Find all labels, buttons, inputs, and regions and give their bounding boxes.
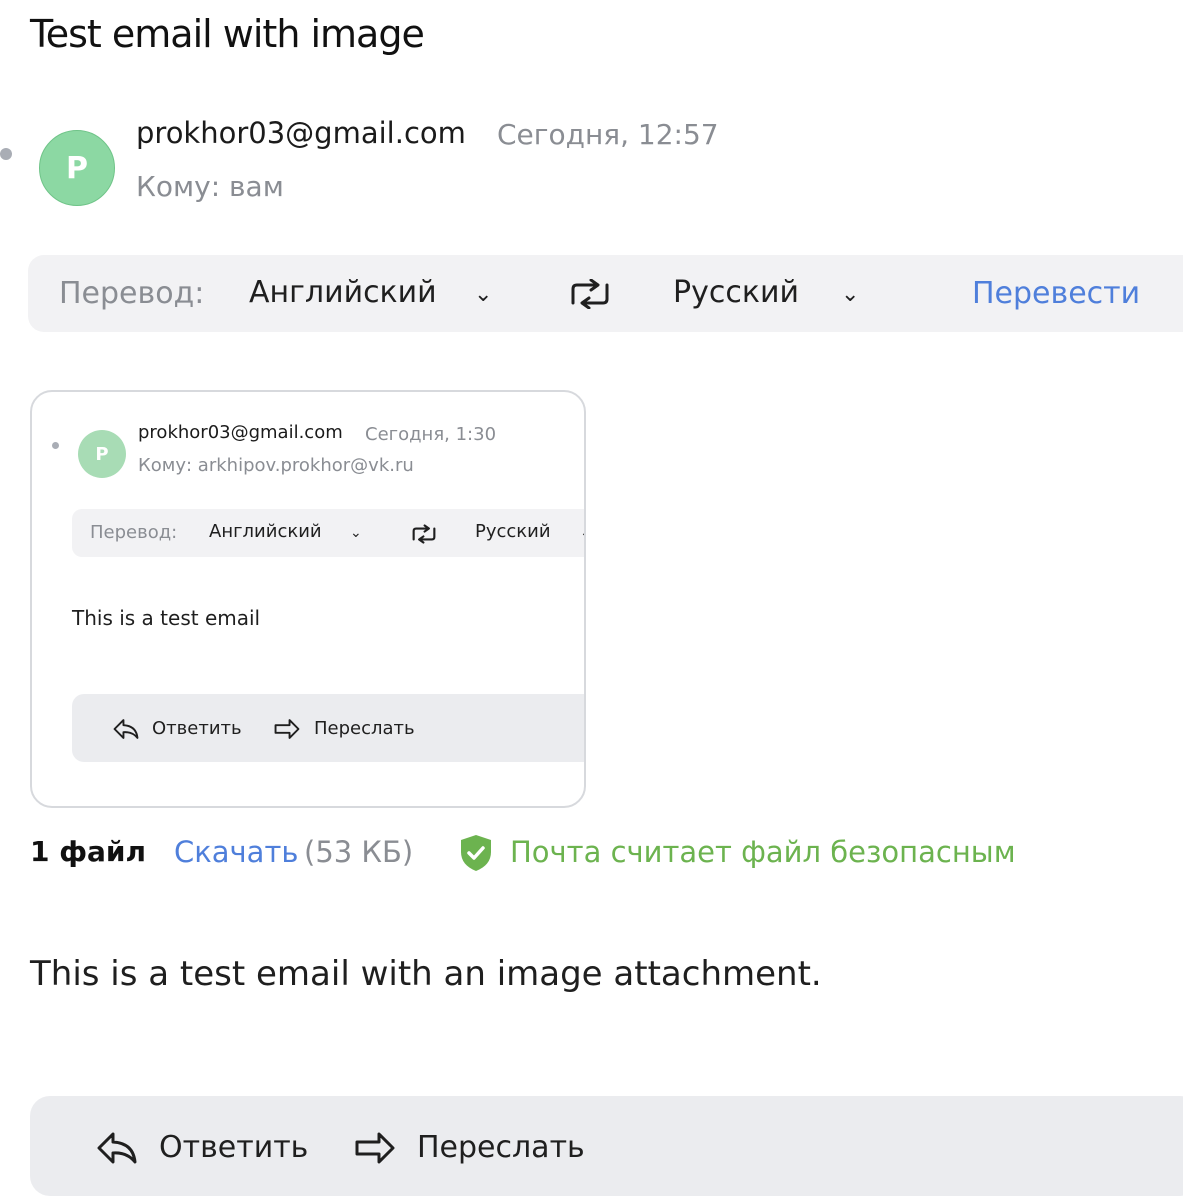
email-subject: Test email with image (30, 12, 425, 56)
unread-indicator (52, 442, 59, 449)
target-language: Русский (475, 521, 551, 542)
attachment-size: (53 КБ) (304, 835, 414, 869)
forward-icon[interactable] (353, 1128, 397, 1168)
image-attachment-preview[interactable]: P prokhor03@gmail.com Сегодня, 1:30 Кому… (30, 390, 586, 808)
translation-label: Перевод: (59, 276, 205, 311)
download-link[interactable]: Скачать (174, 835, 298, 869)
source-language-select[interactable]: Английский (249, 275, 437, 310)
unread-indicator[interactable] (0, 148, 12, 160)
reply-icon[interactable] (95, 1128, 139, 1168)
message-date: Сегодня, 1:30 (365, 424, 497, 445)
safety-status: Почта считает файл безопасным (510, 835, 1016, 869)
shield-check-icon (461, 835, 491, 871)
sender-email[interactable]: prokhor03@gmail.com (136, 116, 466, 150)
message-date: Сегодня, 12:57 (497, 118, 719, 151)
attachment-count: 1 файл (30, 835, 147, 868)
recipient-line: Кому: arkhipov.prokhor@vk.ru (138, 455, 414, 476)
translation-label: Перевод: (90, 522, 178, 543)
chevron-down-icon: ⌄ (350, 525, 362, 541)
recipient-line[interactable]: Кому: вам (136, 170, 284, 203)
forward-icon (274, 719, 300, 739)
chevron-down-icon[interactable]: ⌄ (841, 282, 859, 307)
preview-reply-label: Ответить (152, 718, 242, 739)
sender-avatar: P (78, 430, 126, 478)
source-language: Английский (209, 521, 322, 542)
sender-avatar[interactable]: P (39, 130, 115, 206)
forward-button[interactable]: Переслать (417, 1130, 585, 1165)
preview-forward-label: Переслать (314, 718, 415, 739)
email-body: This is a test email with an image attac… (30, 954, 822, 994)
preview-body-text: This is a test email (72, 606, 261, 630)
chevron-down-icon[interactable]: ⌄ (474, 282, 492, 307)
reply-button[interactable]: Ответить (159, 1130, 308, 1165)
reply-icon (113, 719, 139, 739)
swap-languages-icon[interactable] (567, 279, 613, 309)
sender-email: prokhor03@gmail.com (138, 422, 343, 443)
chevron-down-icon: ⌄ (580, 525, 584, 541)
swap-languages-icon (412, 524, 436, 544)
target-language-select[interactable]: Русский (673, 275, 799, 310)
translate-button[interactable]: Перевести (972, 276, 1140, 311)
